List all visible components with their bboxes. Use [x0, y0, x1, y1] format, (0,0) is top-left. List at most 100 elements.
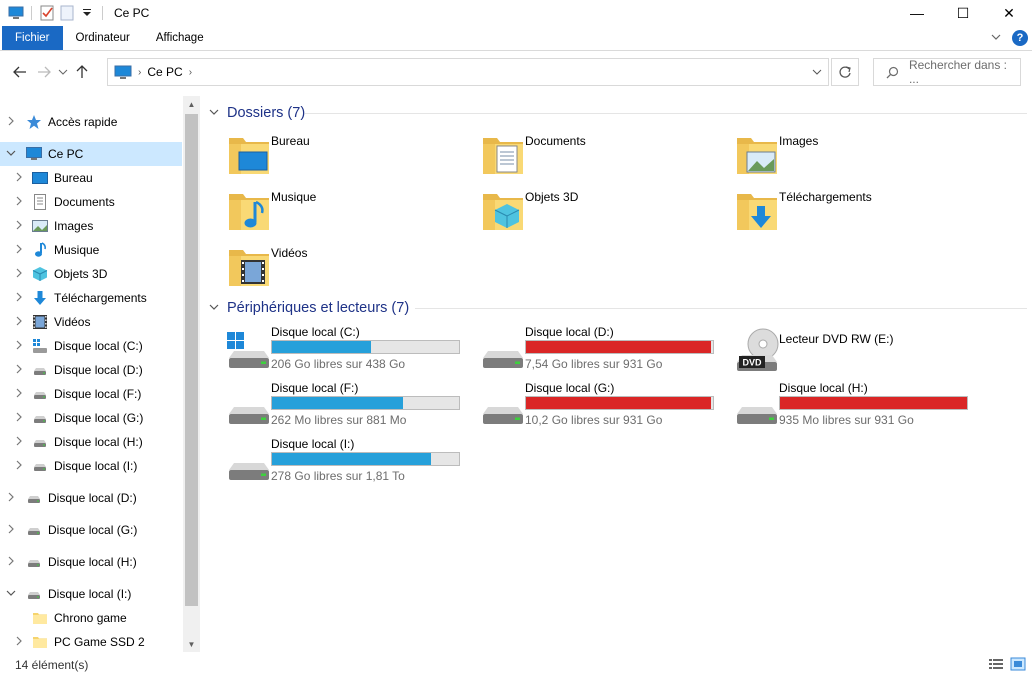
folder-tile[interactable]: Documents: [479, 130, 729, 182]
scrollbar-thumb[interactable]: [185, 114, 198, 606]
group-divider: [415, 308, 1027, 309]
nav-item[interactable]: Téléchargements: [0, 286, 182, 310]
drive-tile[interactable]: Disque local (H:) 935 Mo libres sur 931 G…: [733, 380, 983, 436]
nav-item[interactable]: Objets 3D: [0, 262, 182, 286]
item-count: 14 élément(s): [15, 657, 89, 672]
nav-item[interactable]: Disque local (F:): [0, 382, 182, 406]
drive-free-space: 935 Mo libres sur 931 Go: [779, 413, 914, 427]
computer-icon: [114, 65, 132, 79]
nav-item[interactable]: Chrono game: [0, 606, 182, 630]
expand-ribbon-icon[interactable]: [990, 31, 1002, 46]
nav-item[interactable]: Disque local (G:): [0, 406, 182, 430]
nav-item[interactable]: Images: [0, 214, 182, 238]
chevron-right-icon[interactable]: [12, 268, 26, 281]
nav-item[interactable]: Disque local (D:): [0, 358, 182, 382]
folder-tile[interactable]: Vidéos: [225, 242, 475, 294]
chevron-right-icon[interactable]: [4, 524, 18, 537]
nav-item-label: PC Game SSD 2: [54, 635, 145, 649]
minimize-button[interactable]: —: [894, 0, 940, 26]
scroll-up-arrow-icon[interactable]: ▲: [183, 96, 200, 112]
address-bar[interactable]: › Ce PC ›: [107, 58, 829, 86]
breadcrumb-item[interactable]: Ce PC: [147, 65, 182, 79]
up-button[interactable]: [70, 58, 94, 86]
chevron-right-icon[interactable]: [12, 244, 26, 257]
nav-item[interactable]: Disque local (C:): [0, 334, 182, 358]
folders-group-header[interactable]: Dossiers (7): [209, 101, 305, 125]
nav-item[interactable]: Musique: [0, 238, 182, 262]
refresh-button[interactable]: [831, 58, 859, 86]
drive-tile[interactable]: Disque local (I:) 278 Go libres sur 1,81 …: [225, 436, 475, 492]
close-button[interactable]: ✕: [986, 0, 1032, 26]
drive-usage-bar: [779, 396, 968, 410]
chevron-right-icon[interactable]: [12, 172, 26, 185]
navigation-pane-scrollbar[interactable]: ▲ ▼: [183, 96, 200, 652]
scroll-down-arrow-icon[interactable]: ▼: [183, 636, 200, 652]
drive-tile[interactable]: Disque local (F:) 262 Mo libres sur 881 M…: [225, 380, 475, 436]
new-folder-icon[interactable]: [59, 5, 75, 21]
folder-tile[interactable]: Téléchargements: [733, 186, 983, 238]
chevron-right-icon[interactable]: [12, 340, 26, 353]
folder-tile[interactable]: Objets 3D: [479, 186, 729, 238]
nav-item[interactable]: Disque local (G:): [0, 518, 182, 542]
maximize-button[interactable]: ☐: [940, 0, 986, 26]
tab-affichage[interactable]: Affichage: [143, 26, 217, 50]
folder-tile[interactable]: Musique: [225, 186, 475, 238]
nav-item[interactable]: Accès rapide: [0, 110, 182, 134]
nav-item[interactable]: Disque local (H:): [0, 430, 182, 454]
chevron-right-icon[interactable]: ›: [189, 67, 192, 78]
drive-icon: [733, 382, 781, 430]
nav-item[interactable]: Disque local (I:): [0, 454, 182, 478]
chevron-right-icon[interactable]: [12, 412, 26, 425]
devices-group-title: Périphériques et lecteurs (7): [227, 300, 410, 316]
forward-button[interactable]: [32, 58, 56, 86]
nav-item-label: Ce PC: [48, 147, 84, 161]
customize-toolbar-icon[interactable]: [79, 5, 95, 21]
recent-locations-button[interactable]: [56, 58, 70, 86]
help-button[interactable]: ?: [1012, 30, 1028, 46]
tab-fichier[interactable]: Fichier: [2, 26, 63, 50]
window-title: Ce PC: [114, 6, 150, 20]
drive-tile[interactable]: Disque local (C:) 206 Go libres sur 438 G…: [225, 324, 475, 380]
nav-item[interactable]: Disque local (I:): [0, 582, 182, 606]
large-icons-view-icon[interactable]: [1010, 657, 1026, 671]
chevron-right-icon[interactable]: [12, 316, 26, 329]
nav-item[interactable]: Vidéos: [0, 310, 182, 334]
nav-item-label: Disque local (H:): [54, 435, 143, 449]
chevron-right-icon[interactable]: [12, 196, 26, 209]
nav-item[interactable]: PC Game SSD 2: [0, 630, 182, 652]
chevron-right-icon[interactable]: [12, 436, 26, 449]
folder-tile[interactable]: Bureau: [225, 130, 475, 182]
window-controls: — ☐ ✕: [894, 0, 1032, 26]
details-view-icon[interactable]: [988, 657, 1004, 671]
search-box[interactable]: Rechercher dans : ...: [873, 58, 1021, 86]
folder-tile[interactable]: Images: [733, 130, 983, 182]
drive-tile[interactable]: Disque local (D:) 7,54 Go libres sur 931 …: [479, 324, 729, 380]
pictures-icon: [32, 218, 48, 234]
chevron-right-icon[interactable]: [12, 364, 26, 377]
chevron-right-icon[interactable]: [12, 292, 26, 305]
nav-item[interactable]: Disque local (D:): [0, 486, 182, 510]
nav-item[interactable]: Bureau: [0, 166, 182, 190]
nav-item[interactable]: Ce PC: [0, 142, 182, 166]
drive-tile[interactable]: Disque local (G:) 10,2 Go libres sur 931 …: [479, 380, 729, 436]
nav-item[interactable]: Disque local (H:): [0, 550, 182, 574]
chevron-right-icon[interactable]: [12, 388, 26, 401]
chevron-right-icon[interactable]: [4, 116, 18, 129]
computer-icon: [8, 5, 24, 21]
chevron-right-icon[interactable]: [12, 636, 26, 649]
chevron-right-icon[interactable]: [12, 460, 26, 473]
back-button[interactable]: [8, 58, 32, 86]
dvd-drive-icon: DVD: [733, 326, 781, 374]
drive-tile[interactable]: DVD Lecteur DVD RW (E:): [733, 324, 983, 380]
address-history-dropdown[interactable]: [806, 59, 828, 85]
videos-icon: [32, 314, 48, 330]
chevron-right-icon[interactable]: [4, 556, 18, 569]
devices-group-header[interactable]: Périphériques et lecteurs (7): [209, 296, 409, 320]
chevron-down-icon[interactable]: [4, 148, 18, 161]
tab-ordinateur[interactable]: Ordinateur: [63, 26, 143, 50]
properties-icon[interactable]: [39, 5, 55, 21]
chevron-right-icon[interactable]: [12, 220, 26, 233]
nav-item[interactable]: Documents: [0, 190, 182, 214]
chevron-right-icon[interactable]: [4, 492, 18, 505]
chevron-down-icon[interactable]: [4, 588, 18, 601]
